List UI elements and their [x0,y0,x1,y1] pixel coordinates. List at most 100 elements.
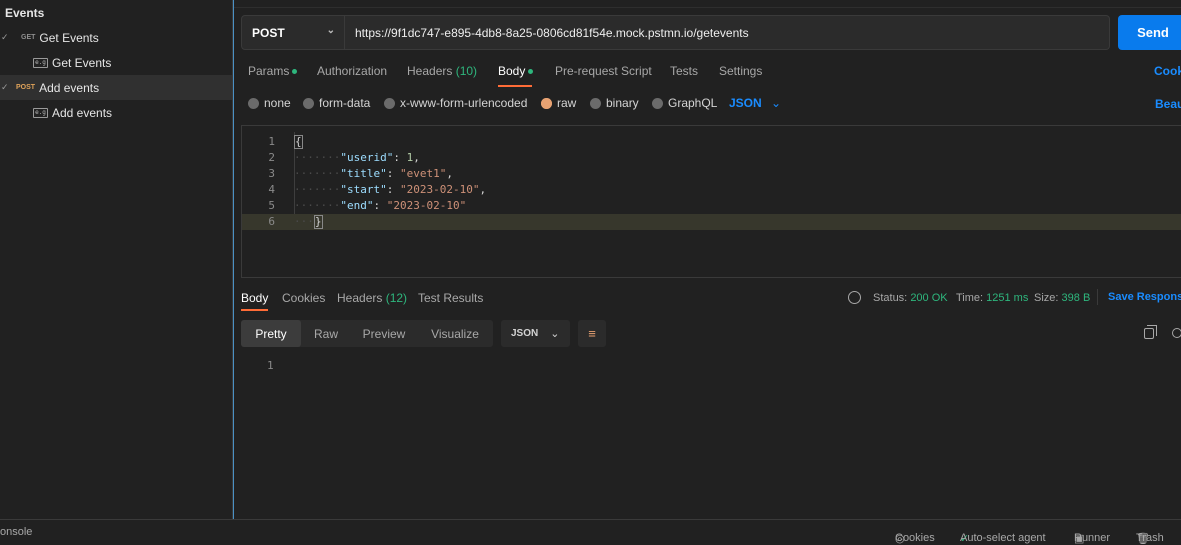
view-visualize[interactable]: Visualize [417,320,493,347]
search-icon[interactable] [1172,328,1181,338]
tab-authorization[interactable]: Authorization [317,64,387,78]
method-badge-get: GET [21,34,36,41]
beautify-link[interactable]: Beau [1155,97,1181,111]
tab-label: Tests [670,64,699,78]
editor-line: 1 { [242,134,1181,150]
code-token: } [313,215,323,229]
response-format-value: JSON [511,328,539,339]
chevron-down-icon: ⌄ [326,25,335,36]
radio-graphql[interactable]: GraphQL [652,96,717,110]
radio-circle [248,97,259,109]
radio-x-www-form-urlencoded[interactable]: x-www-form-urlencoded [384,96,527,110]
code-token: : [393,151,407,164]
collection-title[interactable]: Events [0,0,232,25]
sidebar-item-label: Get Events [39,30,99,45]
request-body-editor[interactable]: 1 { 2 ·······"userid": 1, 3 ·······"titl… [241,125,1181,278]
size-value: 398 B [1061,292,1091,304]
status-bar: onsole ◎ Cookies ✓ Auto-select agent ▣ R… [0,519,1181,545]
tab-label: Body [498,64,526,78]
tab-label: Settings [719,64,763,78]
json-value: "2023-02-10" [399,183,480,196]
tab-body[interactable]: Body [498,64,534,78]
line-number: 3 [268,167,275,180]
sidebar-item-label: Add events [39,80,100,95]
response-tab-cookies[interactable]: Cookies [282,291,325,305]
tab-label: Test Results [418,291,484,305]
sidebar-item-label: Get Events [52,55,112,70]
editor-line: 4 ·······"start": "2023-02-10", [242,182,1181,198]
radio-circle-selected [541,97,552,109]
globe-icon[interactable] [848,291,861,304]
tab-label: Cookies [282,291,326,305]
url-input[interactable]: https://9f1dc747-e895-4db8-8a25-0806cd81… [345,15,1110,50]
sidebar-example-get-events[interactable]: e.g Get Events [0,50,232,75]
active-indicator-dot [292,69,298,75]
footer-label: Auto-select agent [960,532,1046,544]
radio-circle [652,97,663,109]
code-token: , [479,183,487,196]
chevron-down-icon[interactable]: ✓ [1,82,9,93]
example-icon: e.g [33,107,48,118]
response-line-number: 1 [267,359,274,372]
line-number: 5 [268,199,275,212]
tab-params[interactable]: Params [248,64,298,78]
size-label: Size: [1034,292,1059,304]
line-number: 1 [268,135,275,148]
radio-none[interactable]: none [248,96,291,110]
footer-label: Trash [1136,532,1164,544]
sidebar-item-add-events[interactable]: ✓ POST Add events [0,75,232,100]
view-preview[interactable]: Preview [351,320,417,347]
raw-format-select[interactable]: JSON ⌄ [729,96,781,110]
time-label: Time: [956,292,984,304]
tab-label: Pre-request Script [555,64,652,78]
console-button[interactable]: onsole [0,526,32,538]
response-tab-body[interactable]: Body [241,291,268,305]
divider [1097,289,1098,305]
radio-circle [303,97,314,109]
status-label: Status: [873,292,908,304]
request-pane: POST ⌄ https://9f1dc747-e895-4db8-8a25-0… [234,0,1181,519]
wrap-lines-icon[interactable]: ≡ [578,320,606,347]
response-tab-test-results[interactable]: Test Results [418,291,483,305]
radio-circle [590,97,601,109]
method-select[interactable]: POST ⌄ [241,15,345,50]
radio-label: binary [606,96,639,110]
tab-pre-request-script[interactable]: Pre-request Script [555,64,652,78]
chevron-down-icon: ⌄ [771,96,782,110]
sidebar-example-add-events[interactable]: e.g Add events [0,100,232,125]
radio-form-data[interactable]: form-data [303,96,370,110]
raw-format-value: JSON [729,96,762,110]
editor-line-current: 6 ···} [242,214,1181,230]
code-token: : [386,183,400,196]
chevron-down-icon[interactable]: ✓ [1,32,9,43]
radio-raw[interactable]: raw [541,96,576,110]
tab-label: Body [241,291,269,305]
json-key: "start" [340,183,387,196]
status-info[interactable]: Status: 200 OK [873,292,948,304]
editor-line: 2 ·······"userid": 1, [242,150,1181,166]
divider [234,7,1181,8]
editor-line: 5 ·······"end": "2023-02-10" [242,198,1181,214]
radio-binary[interactable]: binary [590,96,639,110]
active-indicator-dot [528,69,534,75]
sidebar-item-get-events[interactable]: ✓ GET Get Events [0,25,232,50]
example-icon: e.g [33,57,48,68]
send-button[interactable]: Send [1118,15,1181,50]
line-number: 6 [268,215,275,228]
view-raw[interactable]: Raw [301,320,351,347]
size-info[interactable]: Size: 398 B [1034,292,1090,304]
tab-headers[interactable]: Headers (10) [407,64,477,78]
view-pretty[interactable]: Pretty [241,320,301,347]
active-tab-underline [241,309,268,311]
radio-circle [384,97,395,109]
tab-settings[interactable]: Settings [719,64,762,78]
footer-label: Runner [1074,532,1111,544]
tab-tests[interactable]: Tests [670,64,698,78]
code-token: : [386,167,400,180]
response-tab-headers[interactable]: Headers (12) [337,291,407,305]
time-info[interactable]: Time: 1251 ms [956,292,1028,304]
response-format-select[interactable]: JSON ⌄ [501,320,570,347]
copy-icon[interactable] [1144,325,1157,339]
save-response-link[interactable]: Save Respons [1108,291,1181,303]
cookies-link[interactable]: Cooki [1154,64,1181,78]
